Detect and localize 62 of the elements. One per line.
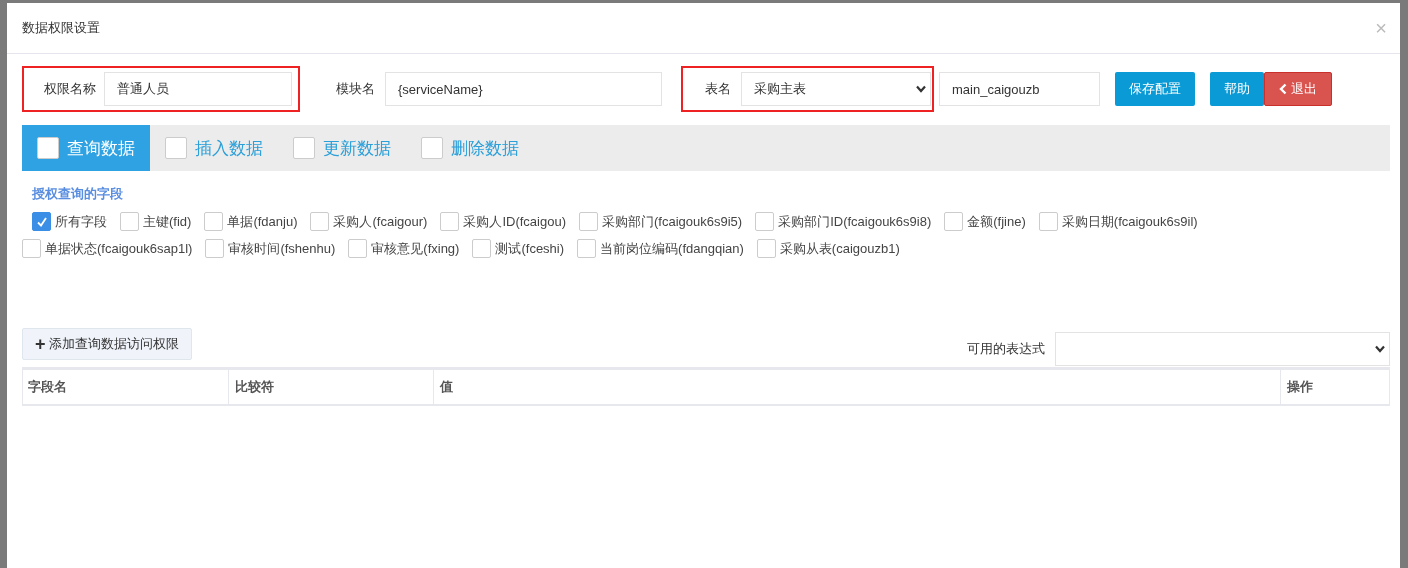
module-name-field[interactable]: {serviceName} (385, 72, 662, 106)
chevron-down-icon (1375, 345, 1385, 353)
checkbox-label: 采购从表(caigouzb1) (779, 239, 900, 258)
column-header: 字段名 (22, 370, 229, 404)
checkbox-label: 主键(fid) (143, 212, 192, 231)
column-header: 操作 (1281, 370, 1390, 404)
field-label: 可用的表达式 (967, 340, 1045, 358)
chevron-down-icon (916, 85, 926, 93)
exit-button[interactable]: 退出 (1264, 72, 1332, 106)
checkbox[interactable] (472, 239, 492, 258)
checkbox-label: 当前岗位编码(fdangqian) (600, 239, 744, 258)
dialog-title: 数据权限设置 (22, 19, 100, 37)
checkbox[interactable] (120, 212, 139, 231)
action-button[interactable]: 帮助 (1210, 72, 1264, 106)
checkbox[interactable] (204, 212, 224, 231)
chevron-left-icon (1279, 83, 1287, 95)
checkbox-label: 金额(fjine) (967, 212, 1026, 231)
column-header: 值 (434, 370, 1281, 404)
checkbox-label: 所有字段 (55, 212, 107, 231)
check-icon (35, 215, 48, 228)
checkbox[interactable] (37, 137, 59, 159)
checkbox[interactable] (165, 137, 187, 159)
table-name-select[interactable]: 采购主表 (741, 72, 931, 106)
table-code-field[interactable]: main_caigouzb (939, 72, 1100, 106)
checkbox[interactable] (293, 137, 315, 159)
tab[interactable]: 查询数据 (22, 125, 150, 171)
permission-name-field[interactable]: 普通人员 (104, 72, 292, 106)
checkbox-label: 单据状态(fcaigouk6sap1l) (45, 239, 193, 258)
close-button[interactable]: × (1375, 16, 1387, 40)
field-label: 模块名 (336, 80, 375, 98)
expression-select[interactable] (1055, 332, 1390, 366)
checkbox[interactable] (577, 239, 597, 258)
add-permission-button[interactable]: + 添加查询数据访问权限 (22, 328, 192, 360)
checkbox[interactable] (578, 212, 598, 231)
tab[interactable]: 插入数据 (150, 125, 278, 171)
checkbox[interactable] (32, 212, 51, 231)
tab[interactable]: 删除数据 (406, 125, 534, 171)
checkbox[interactable] (22, 239, 41, 258)
field-label: 表名 (705, 80, 731, 98)
checkbox[interactable] (205, 239, 225, 258)
checkbox-label: 采购人ID(fcaigou) (463, 212, 566, 231)
field-label: 权限名称 (44, 80, 96, 98)
checkbox-label: 采购人(fcaigour) (333, 212, 428, 231)
checkbox-label: 审核时间(fshenhu) (228, 239, 336, 258)
column-header: 比较符 (229, 370, 434, 404)
checkbox[interactable] (756, 239, 776, 258)
checkbox-label: 测试(fceshi) (495, 239, 565, 258)
checkbox[interactable] (944, 212, 964, 231)
checkbox[interactable] (440, 212, 460, 231)
checkbox[interactable] (348, 239, 368, 258)
tab[interactable]: 更新数据 (278, 125, 406, 171)
checkbox-label: 单据(fdanju) (227, 212, 298, 231)
checkbox[interactable] (310, 212, 330, 231)
checkbox-label: 审核意见(fxing) (371, 239, 460, 258)
checkbox-label: 采购日期(fcaigouk6s9il) (1061, 212, 1198, 231)
checkbox[interactable] (421, 137, 443, 159)
checkbox[interactable] (1038, 212, 1058, 231)
checkbox-label: 采购部门(fcaigouk6s9i5) (601, 212, 743, 231)
action-button[interactable]: 保存配置 (1115, 72, 1195, 106)
section-title: 授权查询的字段 (32, 185, 124, 203)
checkbox-label: 采购部门ID(fcaigouk6s9i8) (778, 212, 932, 231)
checkbox[interactable] (755, 212, 775, 231)
